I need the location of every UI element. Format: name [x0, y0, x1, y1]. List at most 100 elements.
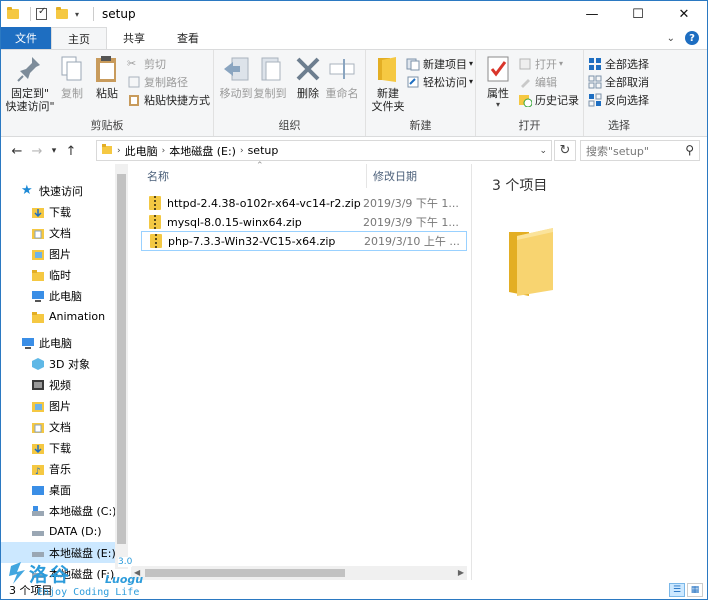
paste-button[interactable]: 粘贴 [91, 53, 123, 100]
nav-pc-downloads[interactable]: 下载 [31, 437, 71, 458]
nav-pictures[interactable]: 图片 📌 [31, 243, 71, 264]
delete-button[interactable]: 删除 [294, 53, 322, 100]
breadcrumb-drive-e[interactable]: 本地磁盘 (E:) [169, 143, 236, 159]
file-list-horizontal-scrollbar[interactable]: ◀ ▶ [131, 566, 467, 580]
customize-toolbar-dropdown-icon[interactable]: ▾ [75, 10, 79, 19]
nav-documents[interactable]: 文档 📌 [31, 222, 71, 243]
system-drive-icon [31, 504, 45, 518]
ribbon: 固定到" 快速访问" 复制 粘贴 ✂ 剪切 复制路径 粘贴快捷方式 剪贴板 移动… [1, 49, 707, 137]
tab-share[interactable]: 共享 [107, 27, 161, 49]
move-to-button[interactable]: 移动到 [218, 53, 254, 100]
help-icon[interactable]: ? [685, 31, 699, 45]
file-row-httpd[interactable]: httpd-2.4.38-o102r-x64-vc14-r2.zip 2019/… [141, 193, 467, 213]
copy-path-button[interactable]: 复制路径 [127, 73, 188, 90]
preview-item-count: 3 个项目 [492, 178, 548, 194]
computer-icon [21, 336, 35, 350]
large-icons-view-icon[interactable]: ▦ [687, 583, 703, 597]
file-row-php[interactable]: php-7.3.3-Win32-VC15-x64.zip 2019/3/10 上… [141, 231, 467, 251]
forward-arrow-icon[interactable]: → [27, 144, 47, 159]
rename-button[interactable]: 重命名 [324, 53, 360, 100]
nav-music[interactable]: ♪ 音乐 [31, 458, 71, 479]
scroll-right-icon[interactable]: ▶ [458, 566, 464, 580]
nav-animation-label: Animation [49, 310, 106, 323]
nav-pc-documents[interactable]: 文档 [31, 416, 71, 437]
watermark-brand: 洛谷 [29, 564, 72, 586]
nav-temp-label: 临时 [49, 268, 71, 282]
nav-this-pc-pinned[interactable]: 此电脑 📌 [31, 285, 82, 306]
copy-to-button[interactable]: 复制到 [252, 53, 288, 100]
nav-3d-objects[interactable]: 3D 对象 [31, 353, 90, 374]
edit-button[interactable]: 编辑 [518, 73, 557, 90]
refresh-icon[interactable]: ↻ [554, 140, 576, 161]
nav-animation[interactable]: Animation 📌 [31, 306, 105, 327]
drive-icon [31, 525, 45, 539]
file-name: httpd-2.4.38-o102r-x64-vc14-r2.zip [167, 196, 361, 210]
nav-drive-d-label: DATA (D:) [49, 525, 102, 538]
nav-drive-c[interactable]: 本地磁盘 (C:) [31, 500, 116, 521]
nav-pc-pictures[interactable]: 图片 [31, 395, 71, 416]
copy-path-icon [127, 75, 141, 89]
window-title: setup [102, 7, 136, 21]
cube-3d-icon [31, 357, 45, 371]
nav-videos[interactable]: 视频 [31, 374, 71, 395]
details-view-icon[interactable]: ☰ [669, 583, 685, 597]
select-none-button[interactable]: 全部取消 [588, 73, 649, 90]
collapse-ribbon-icon[interactable]: ⌄ [667, 33, 675, 44]
search-input[interactable]: 搜索"setup" ⚲ [580, 140, 700, 161]
file-list-scroll-thumb[interactable] [145, 569, 345, 577]
new-folder-icon[interactable] [55, 7, 69, 21]
select-group-label: 选择 [608, 119, 630, 132]
tab-file[interactable]: 文件 [1, 27, 51, 49]
navigation-row: ← → ▾ ↑ › 此电脑 › 本地磁盘 (E:) › setup ⌄ ↻ 搜索… [1, 138, 707, 164]
open-button[interactable]: 打开 ▾ [518, 55, 563, 72]
nav-quick-access[interactable]: ★ 快速访问 [21, 180, 83, 201]
tab-view[interactable]: 查看 [161, 27, 215, 49]
copy-button[interactable]: 复制 [57, 53, 87, 100]
tab-home[interactable]: 主页 [51, 27, 107, 50]
clipboard-group: 固定到" 快速访问" 复制 粘贴 ✂ 剪切 复制路径 粘贴快捷方式 剪贴板 [1, 50, 214, 136]
breadcrumb-setup[interactable]: setup [248, 144, 279, 157]
cut-button[interactable]: ✂ 剪切 [127, 55, 166, 72]
nav-desktop-label: 桌面 [49, 483, 71, 497]
document-icon [31, 226, 45, 240]
file-name: php-7.3.3-Win32-VC15-x64.zip [168, 234, 336, 248]
nav-downloads[interactable]: 下载 📌 [31, 201, 71, 222]
new-item-button[interactable]: 新建项目 ▾ [406, 55, 473, 72]
pin-quick-access-button[interactable]: 固定到" 快速访问" [5, 53, 55, 113]
up-arrow-icon[interactable]: ↑ [61, 144, 81, 159]
move-to-label: 移动到 [219, 87, 253, 100]
select-all-button[interactable]: 全部选择 [588, 55, 649, 72]
minimize-button[interactable]: — [569, 1, 615, 27]
invert-selection-button[interactable]: 反向选择 [588, 91, 649, 108]
paste-shortcut-label: 粘贴快捷方式 [144, 93, 210, 107]
nav-pc-pictures-label: 图片 [49, 399, 71, 413]
nav-temp[interactable]: 临时 📌 [31, 264, 71, 285]
nav-drive-d[interactable]: DATA (D:) [31, 521, 102, 542]
new-folder-button[interactable]: 新建 文件夹 [370, 53, 406, 113]
nav-desktop[interactable]: 桌面 [31, 479, 71, 500]
column-header-name[interactable]: 名称 [147, 164, 357, 188]
close-button[interactable]: ✕ [661, 1, 707, 27]
back-arrow-icon[interactable]: ← [7, 144, 27, 159]
properties-button[interactable]: 属性 ▾ [482, 53, 514, 109]
breadcrumb-this-pc[interactable]: 此电脑 [125, 143, 158, 159]
invert-selection-label: 反向选择 [605, 93, 649, 107]
paste-label: 粘贴 [96, 87, 118, 100]
easy-access-button[interactable]: 轻松访问 ▾ [406, 73, 473, 90]
nav-this-pc[interactable]: 此电脑 [21, 332, 72, 353]
address-dropdown-icon[interactable]: ⌄ [539, 146, 547, 156]
history-button[interactable]: 历史记录 [518, 91, 579, 108]
file-row-mysql[interactable]: mysql-8.0.15-winx64.zip 2019/3/9 下午 1... [141, 212, 467, 232]
address-bar[interactable]: › 此电脑 › 本地磁盘 (E:) › setup ⌄ [96, 140, 552, 161]
maximize-button[interactable]: ☐ [615, 1, 661, 27]
paste-shortcut-button[interactable]: 粘贴快捷方式 [127, 91, 210, 108]
file-modified: 2019/3/9 下午 1... [363, 216, 459, 229]
nav-pane-scrollbar[interactable] [115, 164, 128, 569]
recent-locations-icon[interactable]: ▾ [47, 146, 61, 156]
column-header-modified[interactable]: 修改日期 [373, 164, 467, 188]
nav-pane-scroll-thumb[interactable] [117, 174, 126, 544]
properties-icon [482, 53, 514, 85]
copy-label: 复制 [61, 87, 83, 100]
properties-check-icon[interactable] [35, 6, 49, 21]
video-icon [31, 378, 45, 392]
